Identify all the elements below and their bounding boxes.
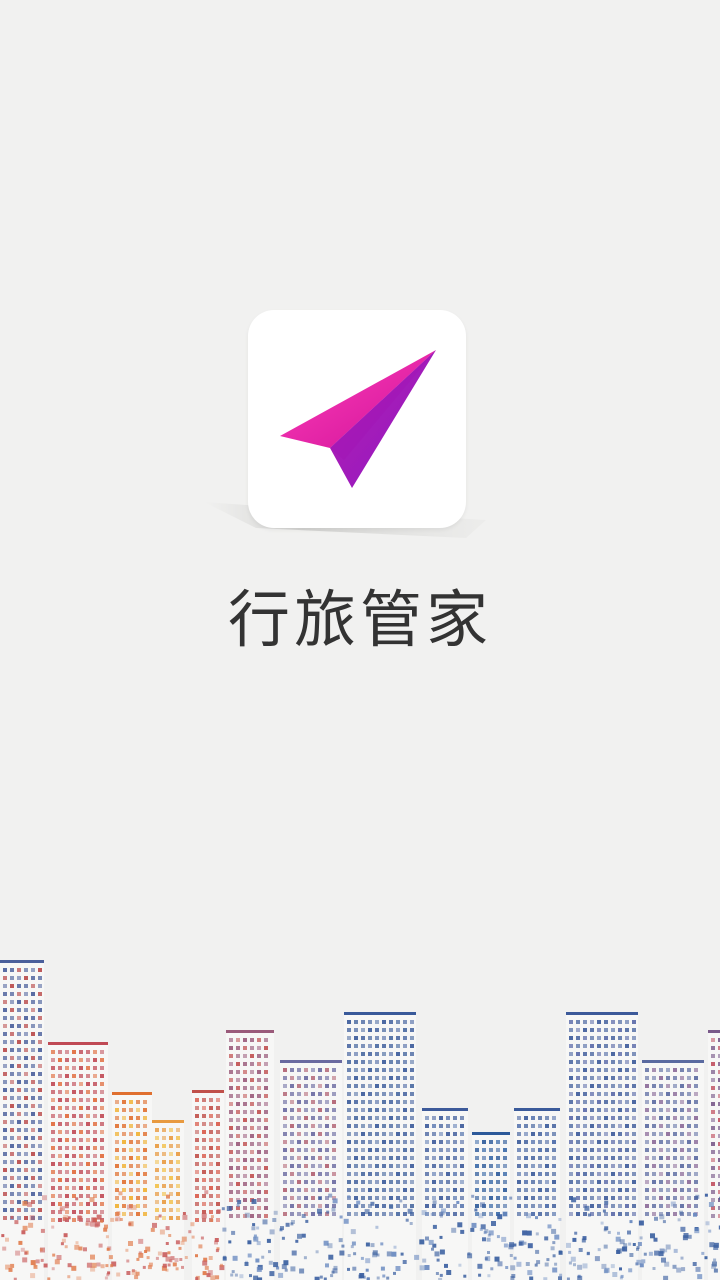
building xyxy=(472,1132,510,1280)
building xyxy=(422,1108,468,1280)
building xyxy=(192,1090,224,1280)
building xyxy=(152,1120,184,1280)
building xyxy=(280,1060,342,1280)
building xyxy=(344,1012,416,1280)
app-name: 行旅管家 xyxy=(227,583,492,656)
building xyxy=(642,1060,704,1280)
building xyxy=(514,1108,560,1280)
splash-screen: 行旅管家 xyxy=(0,0,720,1280)
city-skyline-illustration xyxy=(0,960,720,1280)
app-logo xyxy=(248,310,466,528)
paper-plane-arrow-icon xyxy=(280,350,436,488)
building xyxy=(566,1012,638,1280)
